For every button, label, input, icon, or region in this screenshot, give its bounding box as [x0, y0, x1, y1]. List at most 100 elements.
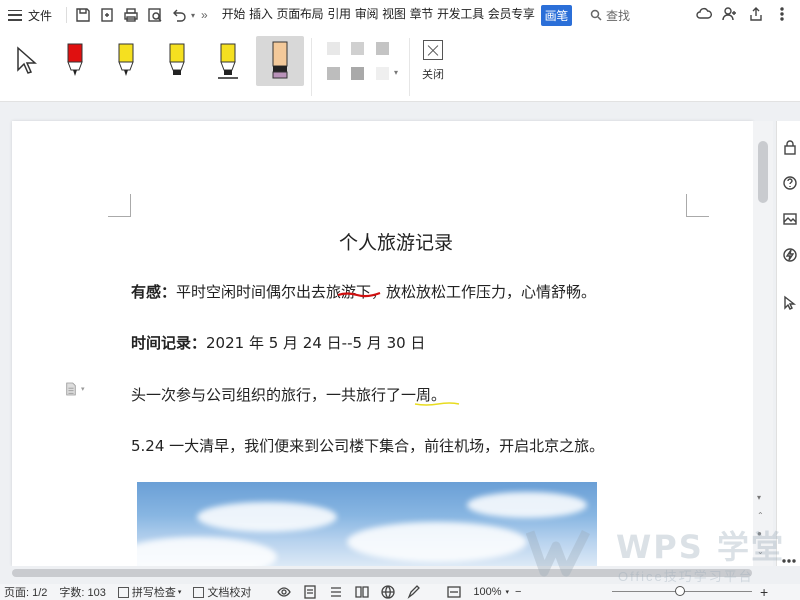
divider — [311, 38, 312, 96]
print-icon[interactable] — [121, 5, 141, 25]
wide-highlighter-icon — [218, 43, 238, 79]
zoom-slider-knob[interactable] — [675, 586, 685, 596]
divider — [409, 38, 410, 96]
undo-icon[interactable] — [169, 5, 189, 25]
red-pen-tool[interactable] — [51, 36, 99, 86]
window-actions — [696, 6, 792, 24]
menu-bar: 文件 ▾ » 开始 插入 页面布局 引用 审阅 视图 章节 开发工具 会员专享 … — [0, 0, 800, 30]
lock-icon[interactable] — [782, 139, 798, 155]
document-title[interactable]: 个人旅游记录 — [0, 228, 792, 255]
right-side-panel — [776, 121, 800, 566]
outline-view-icon[interactable] — [329, 585, 343, 599]
zoom-dropdown-icon[interactable]: ▾ — [506, 588, 510, 596]
help-icon[interactable] — [782, 175, 798, 191]
vertical-scrollbar[interactable]: ▾ ⌃ ● ⌄ — [753, 121, 773, 566]
tab-home[interactable]: 开始 — [220, 5, 247, 26]
tab-section[interactable]: 章节 — [408, 5, 435, 26]
lightning-icon[interactable] — [782, 247, 798, 263]
horizontal-scrollbar[interactable] — [0, 566, 800, 580]
color-swatch[interactable] — [376, 67, 389, 80]
select-arrow-tool[interactable] — [2, 36, 50, 86]
spell-check-button[interactable]: 拼写检查 ▾ — [117, 584, 181, 600]
color-more-dropdown-icon[interactable]: ▾ — [394, 68, 398, 77]
tab-pen[interactable]: 画笔 — [540, 4, 572, 26]
spell-check-label: 拼写检查 — [131, 587, 176, 599]
document-page[interactable]: 个人旅游记录 有感：平时空闲时间偶尔出去旅游下，放松放松工作压力，心情舒畅。 时… — [12, 121, 753, 566]
red-pen-icon — [67, 43, 83, 76]
eye-icon[interactable] — [277, 585, 292, 599]
yellow-ink-underline[interactable] — [414, 402, 460, 406]
add-user-icon[interactable] — [722, 6, 740, 24]
red-ink-underline[interactable] — [337, 290, 381, 298]
travel-photo[interactable] — [137, 482, 597, 566]
file-menu[interactable]: 文件 — [28, 7, 52, 24]
tab-member[interactable]: 会员专享 — [486, 5, 537, 26]
doc-check-label: 文档校对 — [207, 587, 252, 599]
paragraph-handle-icon — [66, 382, 76, 396]
eraser-icon — [272, 41, 288, 79]
chevron-down-icon: ▾ — [81, 386, 85, 393]
page-indicator[interactable]: 页面: 1/2 — [4, 584, 47, 600]
ribbon-tabs: 开始 插入 页面布局 引用 审阅 视图 章节 开发工具 会员专享 画笔 — [220, 4, 572, 26]
feeling-text: 平时空闲时间偶尔出去旅游下，放松放松工作压力，心情舒畅。 — [176, 283, 597, 301]
yellow-wide-highlighter-tool[interactable] — [204, 36, 252, 86]
page-view-icon[interactable] — [303, 585, 317, 599]
save-icon[interactable] — [73, 5, 93, 25]
cloud — [197, 502, 337, 532]
color-swatch[interactable] — [327, 42, 340, 55]
close-icon — [423, 40, 443, 60]
select-browse-icon[interactable]: ● — [757, 529, 762, 538]
tab-insert[interactable]: 插入 — [247, 5, 274, 26]
vertical-scroll-thumb[interactable] — [758, 141, 768, 203]
close-pen-button[interactable]: 关闭 — [418, 40, 448, 82]
zoom-level[interactable]: 100% — [473, 586, 501, 598]
color-swatch[interactable] — [351, 67, 364, 80]
yellow-pen-tool[interactable] — [102, 36, 150, 86]
divider — [66, 7, 68, 23]
paragraph-trip-intro[interactable]: 头一次参与公司组织的旅行，一共旅行了一周。 — [131, 384, 446, 405]
reading-view-icon[interactable] — [355, 585, 370, 599]
fit-width-icon[interactable] — [447, 585, 462, 599]
color-swatch[interactable] — [376, 42, 389, 55]
next-page-icon[interactable]: ⌄ — [757, 547, 764, 556]
status-bar: 页面: 1/2 字数: 103 拼写检查 ▾ 文档校对 100% ▾ − + — [0, 584, 800, 600]
zoom-out-button[interactable]: − — [515, 586, 521, 598]
image-tool-icon[interactable] — [782, 211, 798, 227]
search-icon — [590, 9, 602, 21]
cloud — [137, 537, 277, 566]
yellow-pen-icon — [118, 43, 134, 76]
horizontal-scroll-thumb[interactable] — [12, 569, 752, 577]
paragraph-handle[interactable]: ▾ — [65, 381, 95, 397]
paragraph-day-one[interactable]: 5.24 一大清早，我们便来到公司楼下集合，前往机场，开启北京之旅。 — [131, 435, 604, 456]
more-tools[interactable]: » — [201, 8, 208, 22]
select-cursor-icon[interactable] — [782, 295, 798, 311]
web-view-icon[interactable] — [381, 585, 396, 599]
tab-view[interactable]: 视图 — [380, 5, 407, 26]
color-swatch[interactable] — [351, 42, 364, 55]
scroll-down-arrow-icon[interactable]: ▾ — [757, 493, 761, 502]
tab-review[interactable]: 审阅 — [353, 5, 380, 26]
highlighter-icon — [169, 43, 185, 75]
doc-check-button[interactable]: 文档校对 — [193, 584, 251, 600]
pen-mode-icon[interactable] — [407, 585, 421, 599]
tab-page-layout[interactable]: 页面布局 — [275, 5, 326, 26]
eraser-tool[interactable] — [256, 36, 304, 86]
cloud-sync-icon[interactable] — [696, 6, 714, 24]
search-button[interactable]: 查找 — [590, 7, 630, 24]
word-count[interactable]: 字数: 103 — [59, 584, 105, 600]
close-label: 关闭 — [422, 69, 444, 81]
tab-references[interactable]: 引用 — [325, 5, 352, 26]
checkbox-icon — [193, 586, 205, 598]
tab-developer[interactable]: 开发工具 — [435, 5, 486, 26]
prev-page-icon[interactable]: ⌃ — [757, 511, 764, 520]
yellow-highlighter-tool[interactable] — [153, 36, 201, 86]
undo-dropdown-icon[interactable]: ▾ — [191, 11, 195, 20]
paragraph-time-record[interactable]: 时间记录：2021 年 5 月 24 日--5 月 30 日 — [131, 332, 425, 353]
color-swatch[interactable] — [327, 67, 340, 80]
share-icon[interactable] — [748, 6, 766, 24]
print-preview-icon[interactable] — [145, 5, 165, 25]
hamburger-menu-icon[interactable] — [8, 9, 22, 21]
export-icon[interactable] — [97, 5, 117, 25]
zoom-in-button[interactable]: + — [760, 584, 768, 600]
more-options-icon[interactable] — [774, 6, 792, 24]
